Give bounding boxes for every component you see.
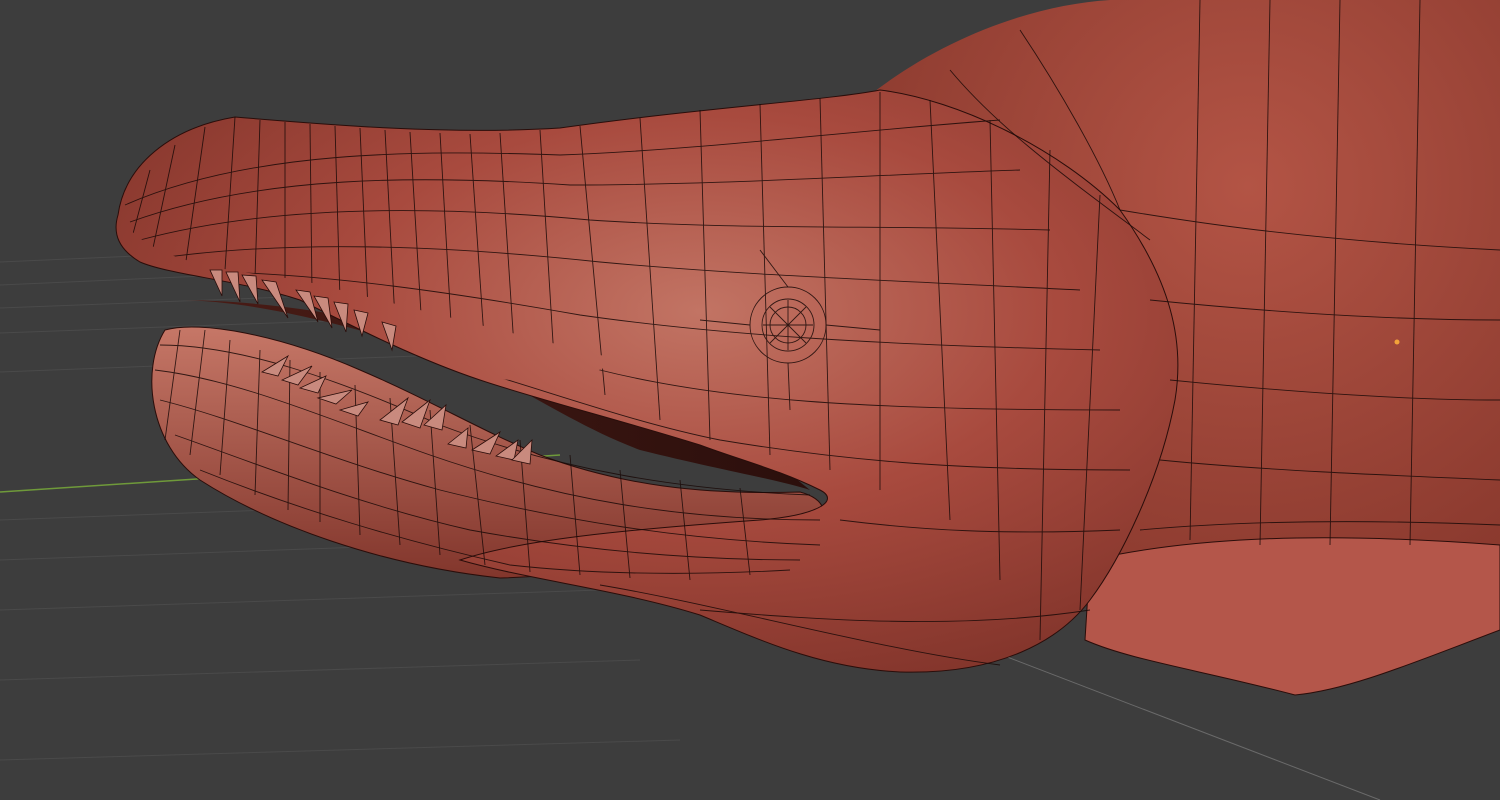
object-origin-dot[interactable]	[1394, 339, 1400, 345]
3d-viewport[interactable]	[0, 0, 1500, 800]
